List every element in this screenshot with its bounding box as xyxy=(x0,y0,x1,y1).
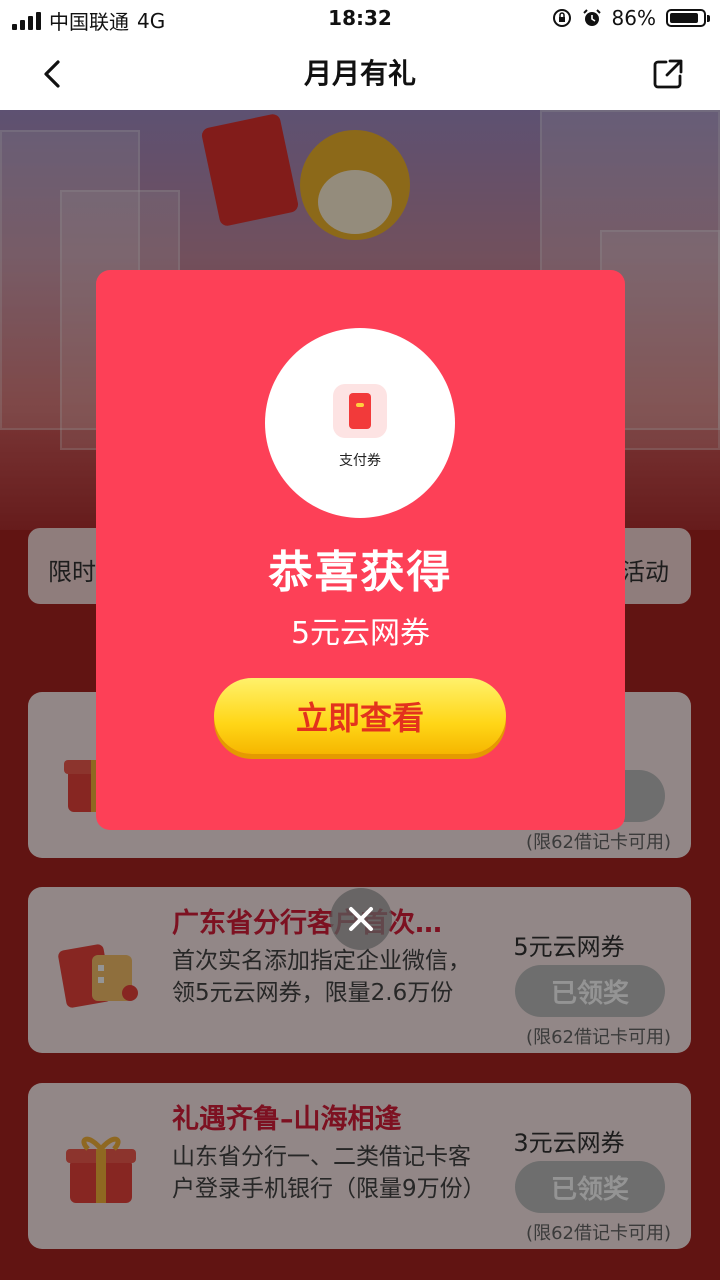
close-button[interactable] xyxy=(330,888,392,950)
view-now-button[interactable]: 立即查看 xyxy=(214,678,506,754)
rotation-lock-icon xyxy=(552,9,571,27)
prize-label: 5元云网券 xyxy=(290,616,431,651)
share-icon[interactable] xyxy=(650,56,686,92)
alarm-icon xyxy=(582,9,601,26)
page-title: 月月有礼 xyxy=(303,57,416,90)
red-envelope-icon xyxy=(333,384,387,438)
battery-percent: 86% xyxy=(611,6,656,30)
battery-fill xyxy=(670,13,698,23)
close-icon xyxy=(349,907,373,931)
nav-bar: 月月有礼 xyxy=(0,36,720,110)
coupon-label: 支付券 xyxy=(339,453,381,469)
modal-title: 恭喜获得 xyxy=(268,547,453,598)
status-bar: 中国联通 4G 18:32 86% xyxy=(0,0,720,36)
reward-modal: 支付券 恭喜获得 5元云网券 立即查看 xyxy=(96,270,625,830)
battery-icon xyxy=(666,9,710,27)
coupon-badge: 支付券 xyxy=(265,328,455,518)
status-right: 86% xyxy=(552,6,710,30)
